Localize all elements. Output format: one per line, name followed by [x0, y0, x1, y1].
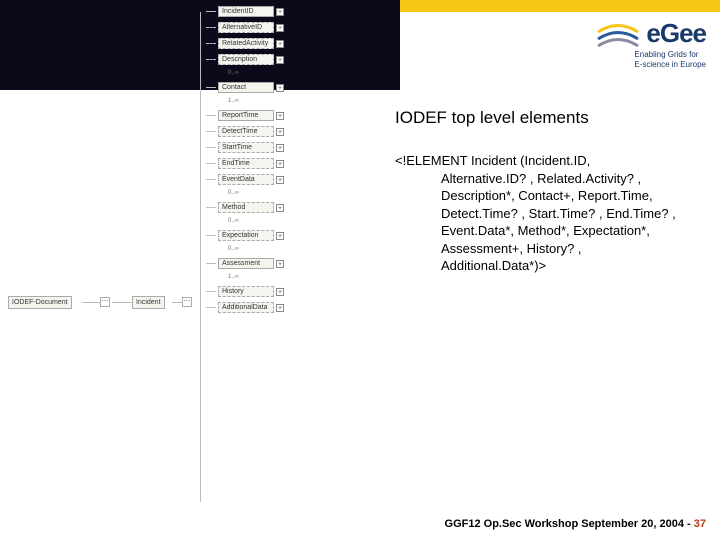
- logo-arcs-icon: [596, 23, 640, 44]
- expand-icon: +: [276, 160, 284, 168]
- connector-stub: [206, 263, 216, 264]
- connector-stub: [206, 163, 216, 164]
- connector-line: [172, 302, 182, 303]
- dtd-line: Alternative.ID? , Related.Activity? ,: [395, 170, 706, 188]
- cardinality-note: 1..∞: [228, 274, 284, 280]
- child-element: StartTime+: [206, 142, 284, 153]
- child-element: DetectTime+: [206, 126, 284, 137]
- content-area: IODEF top level elements <!ELEMENT Incid…: [395, 108, 706, 275]
- expand-icon: +: [276, 24, 284, 32]
- logo-text: eGee: [646, 18, 706, 49]
- logo-tagline: Enabling Grids for E-science in Europe: [634, 50, 706, 69]
- connector-stub: [206, 235, 216, 236]
- element-box: Description: [218, 54, 274, 65]
- tagline-line2: E-science in Europe: [634, 60, 706, 70]
- connector-stub: [206, 207, 216, 208]
- dtd-line: Additional.Data*)>: [395, 257, 706, 275]
- element-box: AlternativeID: [218, 22, 274, 33]
- element-box: AdditionalData: [218, 302, 274, 313]
- dtd-line: Assessment+, History? ,: [395, 240, 706, 258]
- expand-icon: +: [276, 304, 284, 312]
- child-element: Contact+: [206, 82, 284, 93]
- header-yellow-band: [400, 0, 720, 12]
- connector-stub: [206, 291, 216, 292]
- incident-element: Incident: [132, 296, 165, 309]
- connector-stub: [206, 59, 216, 60]
- child-element: Assessment+: [206, 258, 284, 269]
- expand-icon: +: [276, 176, 284, 184]
- connector-stub: [206, 87, 216, 88]
- element-box: IncidentID: [218, 6, 274, 17]
- connector-stub: [206, 43, 216, 44]
- child-element: AlternativeID+: [206, 22, 284, 33]
- page-number: 37: [694, 518, 706, 530]
- connector-stub: [206, 179, 216, 180]
- expand-icon: +: [276, 204, 284, 212]
- expand-icon: +: [276, 232, 284, 240]
- footer: GGF12 Op.Sec Workshop September 20, 2004…: [445, 518, 706, 530]
- expand-icon: +: [276, 84, 284, 92]
- connector-stub: [206, 11, 216, 12]
- footer-sep: -: [684, 518, 694, 530]
- element-box: EventData: [218, 174, 274, 185]
- element-box: EndTime: [218, 158, 274, 169]
- element-box: Assessment: [218, 258, 274, 269]
- expand-icon: +: [276, 128, 284, 136]
- dtd-line: Description*, Contact+, Report.Time,: [395, 187, 706, 205]
- child-element: Description+: [206, 54, 284, 65]
- cardinality-note: 0..∞: [228, 190, 284, 196]
- connector-stub: [206, 131, 216, 132]
- sequence-icon: ⋯: [182, 297, 192, 307]
- page-title: IODEF top level elements: [395, 108, 706, 128]
- expand-icon: +: [276, 288, 284, 296]
- child-element: History+: [206, 286, 284, 297]
- connector-vline: [200, 12, 201, 502]
- cardinality-note: 0..∞: [228, 246, 284, 252]
- root-element: IODEF-Document: [8, 296, 72, 309]
- dtd-definition: <!ELEMENT Incident (Incident.ID, Alterna…: [395, 152, 706, 275]
- element-box: DetectTime: [218, 126, 274, 137]
- schema-diagram: IODEF-Document ⋯ Incident ⋯ IncidentID+A…: [0, 0, 385, 510]
- connector-stub: [206, 115, 216, 116]
- element-box: StartTime: [218, 142, 274, 153]
- expand-icon: +: [276, 56, 284, 64]
- expand-icon: +: [276, 40, 284, 48]
- sequence-icon: ⋯: [100, 297, 110, 307]
- child-element: Expectation+: [206, 230, 284, 241]
- connector-line: [82, 302, 100, 303]
- connector-stub: [206, 307, 216, 308]
- child-element: RelatedActivity+: [206, 38, 284, 49]
- connector-stub: [206, 147, 216, 148]
- element-box: History: [218, 286, 274, 297]
- child-element: AdditionalData+: [206, 302, 284, 313]
- child-element: EndTime+: [206, 158, 284, 169]
- cardinality-note: 1..∞: [228, 98, 284, 104]
- element-box: ReportTime: [218, 110, 274, 121]
- dtd-line: Detect.Time? , Start.Time? , End.Time? ,: [395, 205, 706, 223]
- child-element: IncidentID+: [206, 6, 284, 17]
- footer-text: GGF12 Op.Sec Workshop September 20, 2004: [445, 518, 684, 530]
- element-box: Contact: [218, 82, 274, 93]
- dtd-line: Event.Data*, Method*, Expectation*,: [395, 222, 706, 240]
- cardinality-note: 0..∞: [228, 70, 284, 76]
- expand-icon: +: [276, 260, 284, 268]
- cardinality-note: 0..∞: [228, 218, 284, 224]
- egee-logo: eGee: [596, 18, 706, 49]
- expand-icon: +: [276, 8, 284, 16]
- element-box: RelatedActivity: [218, 38, 274, 49]
- dtd-line: <!ELEMENT Incident (Incident.ID,: [395, 152, 706, 170]
- child-element: ReportTime+: [206, 110, 284, 121]
- child-element: EventData+: [206, 174, 284, 185]
- connector-line: [112, 302, 132, 303]
- expand-icon: +: [276, 144, 284, 152]
- child-element: Method+: [206, 202, 284, 213]
- tagline-line1: Enabling Grids for: [634, 50, 706, 60]
- child-elements: IncidentID+AlternativeID+RelatedActivity…: [206, 6, 284, 318]
- connector-stub: [206, 27, 216, 28]
- element-box: Method: [218, 202, 274, 213]
- element-box: Expectation: [218, 230, 274, 241]
- expand-icon: +: [276, 112, 284, 120]
